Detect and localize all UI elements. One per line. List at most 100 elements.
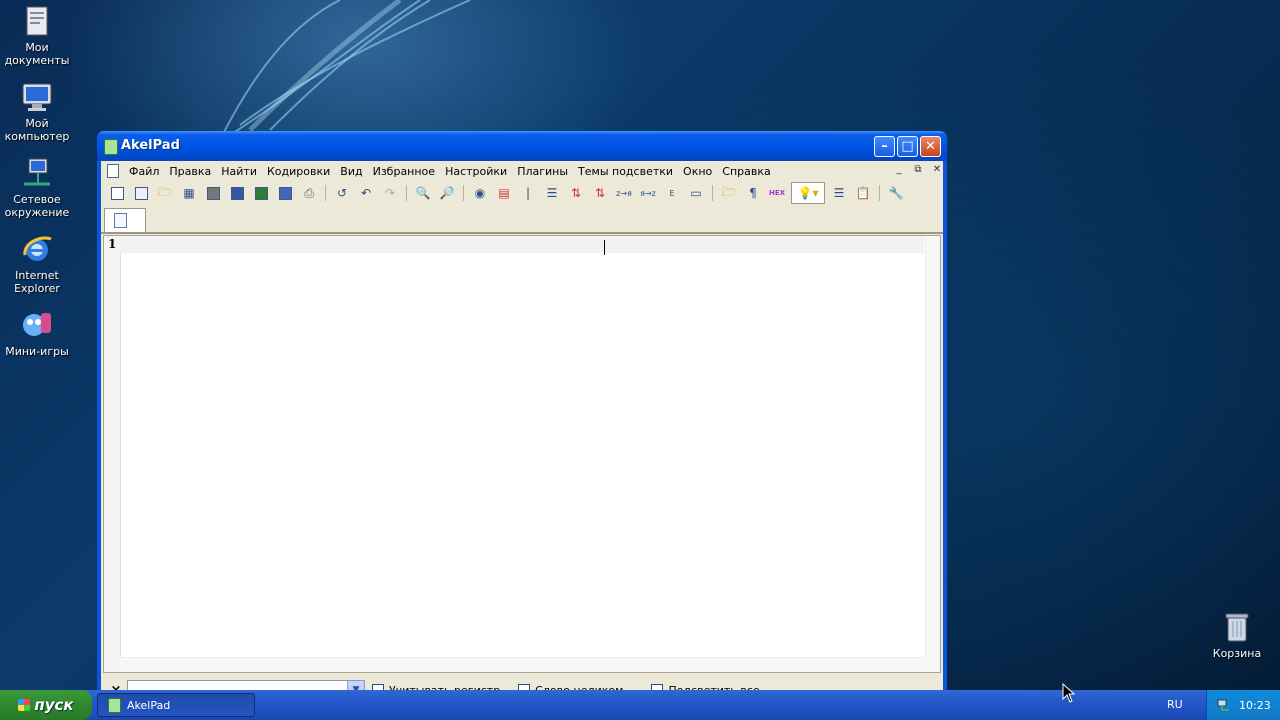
network-icon xyxy=(20,156,54,190)
desktop-icon-my-documents[interactable]: Мои документы xyxy=(0,4,74,67)
network-tray-icon[interactable] xyxy=(1217,698,1231,712)
clipboard-icon[interactable]: 📋 xyxy=(853,183,873,203)
akelpad-app-icon xyxy=(104,139,118,155)
sort-asc-icon[interactable]: ⇅ xyxy=(566,183,586,203)
minimize-icon: – xyxy=(881,139,888,154)
desktop-icon-label: Сетевое окружение xyxy=(4,193,70,219)
ie-icon xyxy=(20,232,54,266)
recycle-bin-icon xyxy=(1220,610,1254,644)
minimize-button[interactable]: – xyxy=(874,136,895,157)
line-number-gutter: 1 xyxy=(104,236,121,672)
text-editor[interactable]: 1 xyxy=(103,235,941,673)
maximize-button[interactable]: □ xyxy=(897,136,918,157)
dialog-icon[interactable]: ▭ xyxy=(686,183,706,203)
mdi-minimize-button[interactable]: _ xyxy=(891,164,907,178)
hex-icon[interactable]: HEX xyxy=(767,183,787,203)
case-upper-icon[interactable]: z→я xyxy=(614,183,634,203)
desktop-icon-label: Internet Explorer xyxy=(14,269,60,295)
menu-favorites[interactable]: Избранное xyxy=(368,165,440,178)
encoding-convert-icon[interactable]: E xyxy=(662,183,682,203)
desktop-icon-label: Мои документы xyxy=(4,41,70,67)
desktop-icon-label: Мой компьютер xyxy=(4,117,70,143)
close-icon: ✕ xyxy=(925,139,936,154)
undo-icon[interactable]: ↶ xyxy=(356,183,376,203)
vertical-scrollbar[interactable] xyxy=(925,236,940,672)
my-computer-icon xyxy=(20,80,54,114)
toolbar-separator xyxy=(406,185,407,201)
windows-flag-icon xyxy=(18,699,31,711)
case-lower-icon[interactable]: я→z xyxy=(638,183,658,203)
title-bar[interactable]: AkelPad – □ ✕ xyxy=(97,131,947,161)
open-folder-icon[interactable]: 🗁 xyxy=(155,183,175,203)
replace-icon[interactable]: 🔎 xyxy=(437,183,457,203)
plugin-tree-icon[interactable]: ☰ xyxy=(829,183,849,203)
toolbar-separator xyxy=(712,185,713,201)
insert-icon[interactable]: ▤ xyxy=(494,183,514,203)
mdi-restore-button[interactable]: ⧉ xyxy=(910,164,926,178)
cursor-icon[interactable]: | xyxy=(518,183,538,203)
desktop-icon-network[interactable]: Сетевое окружение xyxy=(0,156,74,219)
start-button[interactable]: пуск xyxy=(0,690,92,720)
mdi-close-button[interactable]: ✕ xyxy=(929,164,945,178)
akelpad-app-icon xyxy=(108,697,121,713)
wrench-settings-icon[interactable]: 🔧 xyxy=(886,183,906,203)
menu-find[interactable]: Найти xyxy=(216,165,262,178)
pilcrow-icon[interactable]: ¶ xyxy=(743,183,763,203)
toolbar: 🗁 ▦ ⎙ ↺ ↶ ↷ 🔍 🔎 ◉ ▤ | ☰ ⇅ ⇅ z→я я→z E ▭ xyxy=(101,181,943,205)
document-tab[interactable] xyxy=(104,208,146,232)
desktop-icon-recycle-bin[interactable]: Корзина xyxy=(1200,610,1274,660)
menu-edit[interactable]: Правка xyxy=(164,165,216,178)
find-icon[interactable]: 🔍 xyxy=(413,183,433,203)
system-tray: 10:23 xyxy=(1206,690,1280,720)
language-indicator[interactable]: RU xyxy=(1167,698,1183,711)
folder-documents-icon xyxy=(20,4,54,38)
document-tab-bar xyxy=(101,208,943,234)
window-client-area: Файл Правка Найти Кодировки Вид Избранно… xyxy=(101,161,943,700)
new-file-icon[interactable] xyxy=(107,183,127,203)
menu-view[interactable]: Вид xyxy=(335,165,367,178)
desktop-icon-my-computer[interactable]: Мой компьютер xyxy=(0,80,74,143)
current-line-highlight xyxy=(120,236,924,253)
close-button[interactable]: ✕ xyxy=(920,136,941,157)
redo-icon[interactable]: ↷ xyxy=(380,183,400,203)
desktop-icon-label: Мини-игры xyxy=(5,345,69,358)
save-copy-icon[interactable] xyxy=(275,183,295,203)
new-window-icon[interactable] xyxy=(131,183,151,203)
save-all-icon[interactable] xyxy=(203,183,223,203)
menu-window[interactable]: Окно xyxy=(678,165,717,178)
save-icon[interactable] xyxy=(227,183,247,203)
list-icon[interactable]: ☰ xyxy=(542,183,562,203)
print-icon[interactable]: ⎙ xyxy=(299,183,319,203)
favorites-folder-icon[interactable]: 🗁 xyxy=(719,183,739,203)
taskbar-app-label: AkelPad xyxy=(127,698,171,712)
toolbar-separator xyxy=(325,185,326,201)
akelpad-window: AkelPad – □ ✕ Файл Правка Найти Кодировк… xyxy=(97,131,947,700)
menu-settings[interactable]: Настройки xyxy=(440,165,512,178)
taskbar-button-akelpad[interactable]: AkelPad xyxy=(97,693,255,717)
maximize-icon: □ xyxy=(901,139,914,154)
toolbar-separator xyxy=(879,185,880,201)
desktop-icon-internet-explorer[interactable]: Internet Explorer xyxy=(0,232,74,295)
taskbar: пуск AkelPad RU 10:23 xyxy=(0,690,1280,720)
window-title: AkelPad xyxy=(121,138,180,153)
clock[interactable]: 10:23 xyxy=(1239,699,1271,712)
line-number: 1 xyxy=(108,237,117,251)
horizontal-scrollbar[interactable] xyxy=(120,657,926,672)
mouse-cursor-icon xyxy=(1062,683,1076,703)
recent-files-icon[interactable]: ▦ xyxy=(179,183,199,203)
undo-all-icon[interactable]: ↺ xyxy=(332,183,352,203)
save-as-icon[interactable] xyxy=(251,183,271,203)
document-menu-icon[interactable] xyxy=(107,164,119,178)
menu-help[interactable]: Справка xyxy=(717,165,775,178)
menu-file[interactable]: Файл xyxy=(124,165,164,178)
menu-bar: Файл Правка Найти Кодировки Вид Избранно… xyxy=(101,161,943,181)
start-label: пуск xyxy=(34,696,74,714)
menu-highlight-themes[interactable]: Темы подсветки xyxy=(573,165,678,178)
menu-encodings[interactable]: Кодировки xyxy=(262,165,335,178)
goto-icon[interactable]: ◉ xyxy=(470,183,490,203)
sort-desc-icon[interactable]: ⇅ xyxy=(590,183,610,203)
highlight-lightbulb-icon[interactable]: 💡▾ xyxy=(791,182,825,204)
toolbar-separator xyxy=(463,185,464,201)
menu-plugins[interactable]: Плагины xyxy=(512,165,573,178)
desktop-icon-mini-games[interactable]: Мини-игры xyxy=(0,308,74,358)
